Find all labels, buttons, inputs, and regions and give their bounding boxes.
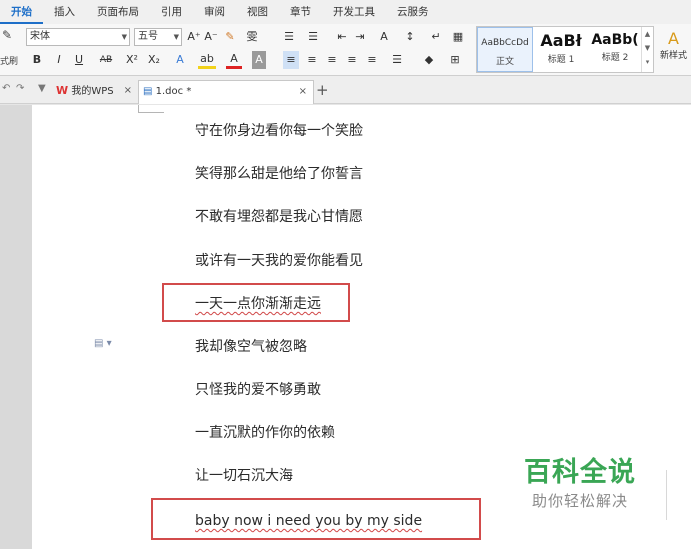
char-shading-button[interactable]: A: [252, 51, 266, 69]
align-center-button[interactable]: ≡: [304, 51, 320, 69]
shrink-font-button[interactable]: A⁻: [203, 28, 219, 46]
new-tab-icon[interactable]: +: [316, 81, 329, 99]
close-icon[interactable]: ×: [124, 80, 132, 102]
style-name: 标题 2: [601, 53, 629, 63]
numbered-list-button[interactable]: ☰: [304, 28, 322, 46]
font-name-value: 宋体: [30, 31, 50, 42]
watermark-subtitle: 助你轻松解决: [531, 492, 628, 510]
style-sample: AaBb(: [591, 32, 639, 48]
increase-indent-button[interactable]: ⇥: [352, 28, 368, 46]
tab-home[interactable]: 开始: [0, 0, 43, 24]
style-normal[interactable]: AaBbCcDd 正文: [477, 27, 533, 72]
highlight-box: [162, 283, 350, 322]
bullet-list-button[interactable]: ☰: [280, 28, 298, 46]
tab-title: 1.doc *: [155, 86, 192, 97]
styles-gallery: AaBbCcDd 正文 AaBł 标题 1 AaBb( 标题 2 ▲ ▼ ▾: [476, 26, 654, 73]
justify-button[interactable]: ≡: [344, 51, 360, 69]
tab-developer[interactable]: 开发工具: [322, 0, 386, 24]
borders-button[interactable]: ⊞: [446, 51, 464, 69]
change-case-button[interactable]: A: [374, 28, 394, 46]
ribbon-tab-bar: 开始 插入 页面布局 引用 审阅 视图 章节 开发工具 云服务: [0, 0, 691, 24]
font-size-select[interactable]: 五号 ▼: [134, 28, 182, 46]
left-margin-ruler: [0, 105, 32, 549]
table-button[interactable]: ▦: [450, 28, 466, 46]
chevron-down-icon: ▼: [121, 33, 127, 41]
tab-title: 我的WPS: [71, 86, 114, 97]
distribute-button[interactable]: ≡: [364, 51, 380, 69]
watermark: 百科全说 助你轻松解决: [515, 456, 645, 512]
tab-my-wps[interactable]: W 我的WPS ×: [52, 80, 138, 104]
expand-icon: ▾: [645, 58, 650, 66]
style-sample: AaBbCcDd: [481, 38, 529, 48]
sort-button[interactable]: ↕: [402, 28, 418, 46]
underline-button[interactable]: U: [72, 51, 86, 69]
phonetic-guide-button[interactable]: 雯: [242, 28, 262, 46]
superscript-button[interactable]: X²: [124, 51, 140, 69]
text-line[interactable]: 我却像空气被忽略: [195, 338, 307, 356]
format-painter-label: 式刷: [0, 57, 19, 67]
decrease-indent-button[interactable]: ⇤: [334, 28, 350, 46]
font-size-value: 五号: [138, 31, 158, 42]
page-corner-mark: [138, 105, 164, 113]
align-right-button[interactable]: ≡: [324, 51, 340, 69]
text-line[interactable]: 或许有一天我的爱你能看见: [195, 252, 363, 270]
shading-button[interactable]: ◆: [420, 51, 438, 69]
highlight-box: [151, 498, 481, 540]
align-left-button[interactable]: ≡: [283, 51, 299, 69]
style-sample: AaBł: [540, 31, 582, 50]
style-heading-2[interactable]: AaBb( 标题 2: [589, 27, 641, 72]
divider: [666, 470, 667, 520]
new-style-icon: A: [668, 29, 679, 48]
chevron-down-icon: ▼: [644, 44, 651, 52]
clear-format-button[interactable]: ✎: [222, 28, 238, 46]
watermark-title: 百科全说: [524, 457, 636, 488]
strikethrough-button[interactable]: AB: [96, 51, 116, 69]
tab-cloud[interactable]: 云服务: [386, 0, 440, 24]
wps-logo-icon: W: [56, 84, 69, 97]
tab-document[interactable]: ▤ 1.doc * ×: [138, 80, 314, 104]
styles-scroll[interactable]: ▲ ▼ ▾: [641, 27, 653, 72]
back-icon[interactable]: ↶: [2, 83, 10, 94]
close-icon[interactable]: ×: [299, 81, 307, 103]
tab-section[interactable]: 章节: [279, 0, 322, 24]
format-painter-button[interactable]: ✎ 式刷: [0, 24, 20, 76]
style-name: 正文: [495, 57, 514, 67]
ribbon-toolbar: ✎ 式刷 宋体 ▼ 五号 ▼ A⁺ A⁻ ✎ 雯 ☰ ☰ ⇤ ⇥ A ↕ ↵ ▦…: [0, 24, 691, 76]
italic-button[interactable]: I: [52, 51, 66, 69]
tab-page-layout[interactable]: 页面布局: [86, 0, 150, 24]
forward-icon[interactable]: ↷: [16, 83, 24, 94]
highlight-button[interactable]: ab: [198, 51, 216, 69]
text-line[interactable]: 让一切石沉大海: [195, 467, 293, 485]
document-tab-bar: ↶ ↷ ▼ W 我的WPS × ▤ 1.doc * × +: [0, 76, 691, 104]
chevron-down-icon[interactable]: ▼: [38, 83, 46, 94]
font-color-button[interactable]: A: [226, 51, 242, 69]
style-heading-1[interactable]: AaBł 标题 1: [534, 27, 588, 72]
text-line[interactable]: 守在你身边看你每一个笑脸: [195, 122, 363, 140]
subscript-button[interactable]: X₂: [146, 51, 162, 69]
tab-view[interactable]: 视图: [236, 0, 279, 24]
text-line[interactable]: 只怪我的爱不够勇敢: [195, 381, 321, 399]
document-icon: ▤: [143, 86, 153, 97]
chevron-up-icon: ▲: [644, 30, 651, 38]
text-line[interactable]: 不敢有埋怨都是我心甘情愿: [195, 208, 363, 226]
text-line[interactable]: 一直沉默的作你的依赖: [195, 424, 335, 442]
text-line[interactable]: 笑得那么甜是他给了你誓言: [195, 165, 363, 183]
grow-font-button[interactable]: A⁺: [186, 28, 202, 46]
bold-button[interactable]: B: [30, 51, 44, 69]
new-style-label: 新样式: [659, 51, 687, 61]
tab-review[interactable]: 审阅: [193, 0, 236, 24]
line-spacing-button[interactable]: ☰: [388, 51, 406, 69]
font-name-select[interactable]: 宋体 ▼: [26, 28, 130, 46]
new-style-button[interactable]: A 新样式: [656, 26, 691, 73]
tab-insert[interactable]: 插入: [43, 0, 86, 24]
tab-references[interactable]: 引用: [150, 0, 193, 24]
chevron-down-icon: ▼: [173, 33, 179, 41]
brush-icon: ✎: [2, 28, 13, 42]
show-marks-button[interactable]: ↵: [428, 28, 444, 46]
paragraph-layout-icon[interactable]: ▤ ▾: [94, 338, 112, 349]
style-name: 标题 1: [547, 55, 575, 65]
text-effect-button[interactable]: A: [172, 51, 188, 69]
